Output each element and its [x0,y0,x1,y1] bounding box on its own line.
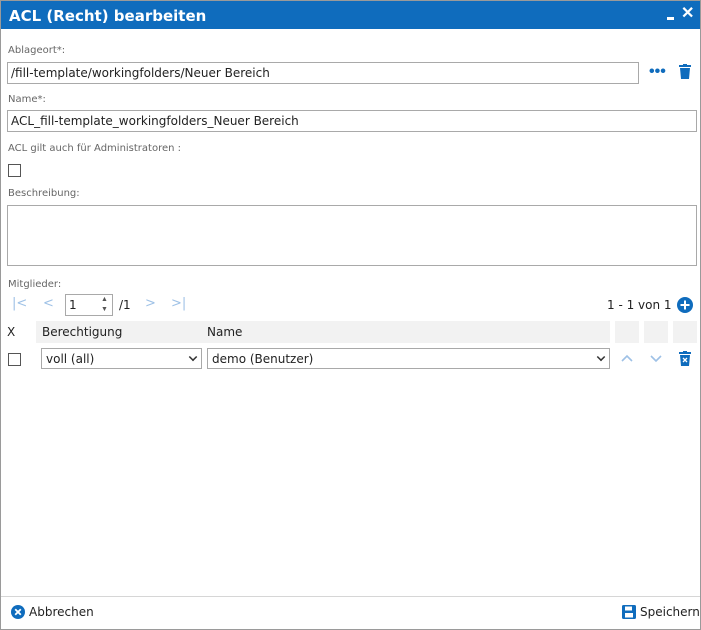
name-field[interactable]: ACL_fill-template_workingfolders_Neuer B… [7,110,697,132]
column-header-delete [673,321,697,343]
column-header-x: X [1,321,35,343]
location-label: Ablageort*: [8,45,66,56]
minimize-icon[interactable] [665,7,677,23]
chevron-down-icon [596,352,606,362]
member-name-value: demo (Benutzer) [212,352,314,366]
members-table-header: X Berechtigung Name [1,321,700,343]
cancel-icon [11,605,25,619]
cancel-label: Abbrechen [29,605,94,619]
column-header-name: Name [201,321,610,343]
page-up-icon[interactable]: ▲ [101,296,108,303]
first-page-icon[interactable]: |< [12,296,27,311]
move-up-icon[interactable] [620,352,634,366]
close-icon[interactable]: ✕ [681,4,694,24]
permission-select[interactable]: voll (all) [41,348,202,369]
next-page-icon[interactable]: > [145,296,156,311]
delete-row-icon[interactable] [679,351,691,369]
trash-icon[interactable] [679,64,691,82]
add-icon[interactable] [677,297,693,316]
permission-value: voll (all) [46,352,95,366]
members-label: Mitglieder: [8,279,62,290]
chevron-down-icon [188,352,198,362]
last-page-icon[interactable]: >| [171,296,186,311]
move-down-icon[interactable] [649,353,663,367]
save-icon [622,605,636,619]
dialog-footer: Abbrechen Speichern [1,596,700,629]
page-total: /1 [119,298,131,312]
dialog-title: ACL (Recht) bearbeiten [9,7,207,25]
admin-checkbox[interactable] [8,164,21,177]
member-name-select[interactable]: demo (Benutzer) [207,348,610,369]
column-header-permission: Berechtigung [36,321,201,343]
save-label: Speichern [640,605,700,619]
cancel-button[interactable]: Abbrechen [11,605,94,619]
name-label: Name*: [8,94,46,105]
description-label: Beschreibung: [8,188,80,199]
column-header-down [644,321,668,343]
admin-label: ACL gilt auch für Administratoren : [8,143,182,154]
page-down-icon[interactable]: ▼ [101,306,108,313]
prev-page-icon[interactable]: < [43,296,54,311]
description-textarea[interactable] [7,205,697,266]
title-bar: ACL (Recht) bearbeiten ✕ [1,1,700,29]
column-header-up [615,321,639,343]
location-field[interactable]: /fill-template/workingfolders/Neuer Bere… [7,62,639,84]
row-select-checkbox[interactable] [8,353,21,366]
save-button[interactable]: Speichern [622,605,700,619]
acl-edit-dialog: ACL (Recht) bearbeiten ✕ Ablageort*: /fi… [0,0,701,630]
page-range: 1 - 1 von 1 [607,298,672,312]
more-icon[interactable]: ••• [649,63,666,81]
